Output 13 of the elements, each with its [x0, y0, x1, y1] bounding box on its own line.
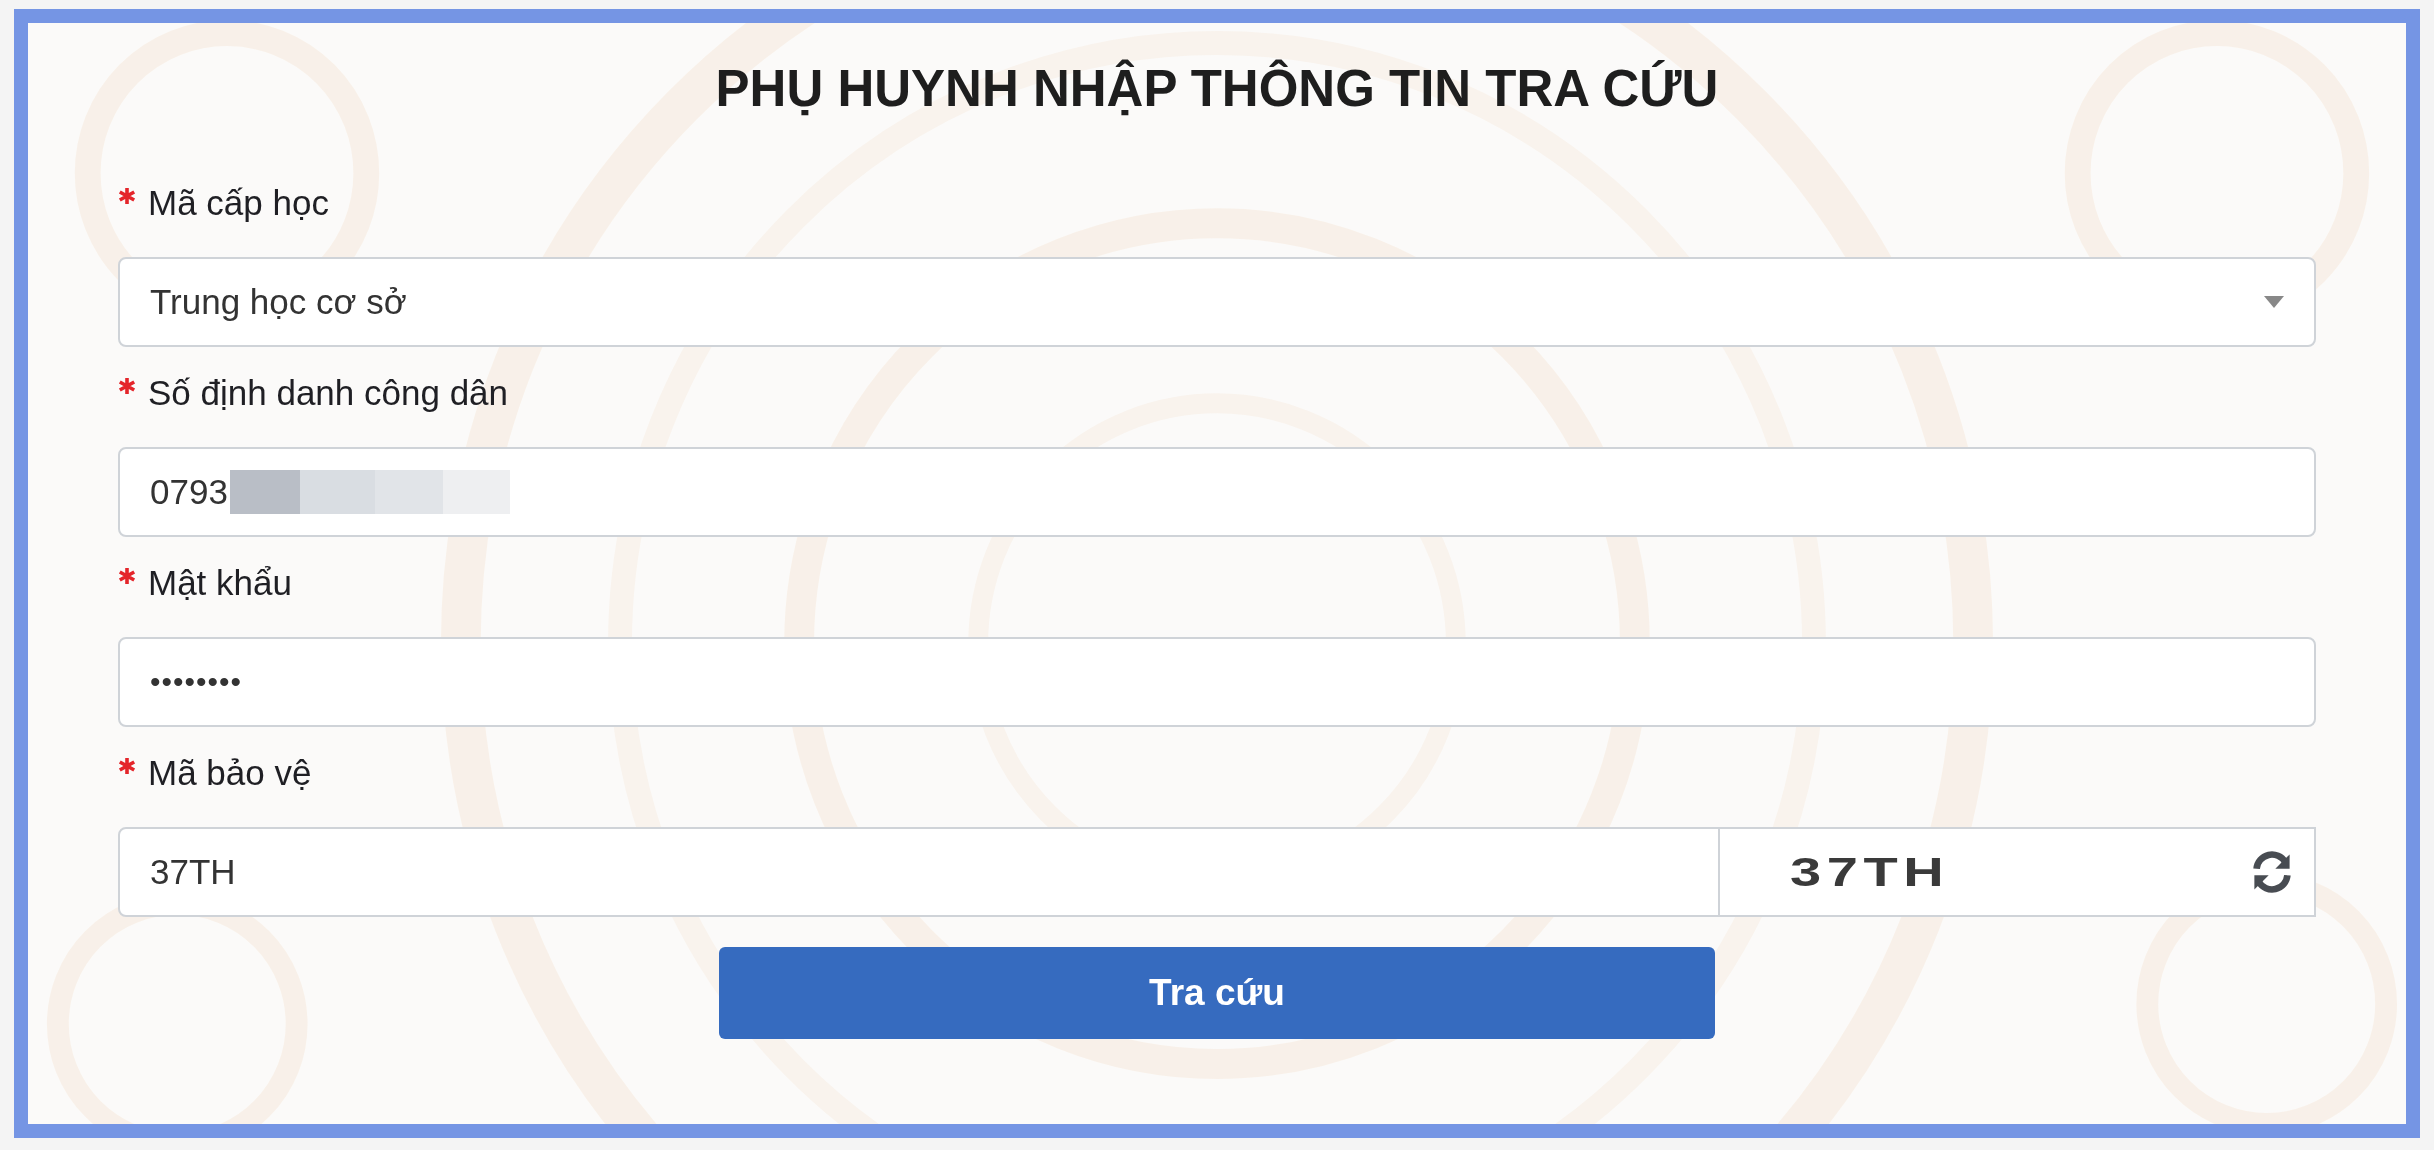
search-button[interactable]: Tra cứu [719, 947, 1715, 1039]
caret-icon [2264, 296, 2284, 308]
refresh-icon[interactable] [2250, 850, 2294, 894]
field-label: Số định danh công dân [148, 373, 509, 413]
id-number-field[interactable]: 0793 [118, 447, 2316, 537]
captcha-field[interactable]: 37TH [118, 827, 1720, 917]
form-title: PHỤ HUYNH NHẬP THÔNG TIN TRA CỨU [714, 59, 1720, 119]
field-label: Mã bảo vệ [148, 753, 312, 793]
captcha-text: 37TH [1790, 849, 1950, 895]
level-dropdown[interactable]: Trung học cơ sở [118, 257, 2316, 347]
field-label: Mã cấp học [148, 183, 329, 223]
field-label: Mật khẩu [148, 563, 292, 603]
password-field[interactable]: •••••••• [118, 637, 2316, 727]
